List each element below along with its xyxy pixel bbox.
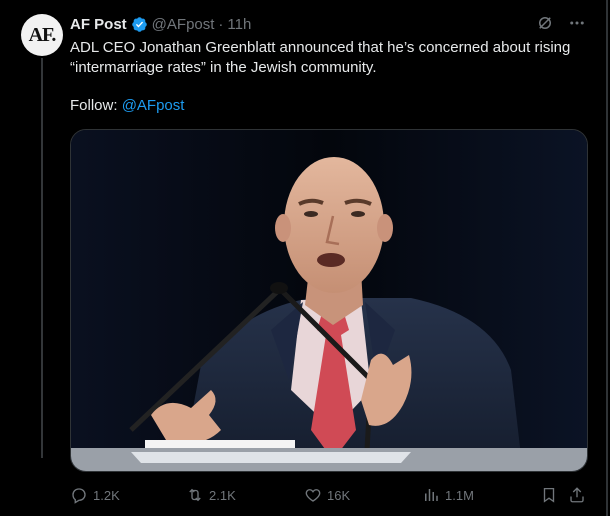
verified-badge-icon[interactable] [131,16,148,33]
bookmark-icon [540,486,558,504]
like-button[interactable]: 16K [304,484,350,506]
views-count: 1.1M [445,487,474,503]
post-header: AF Post @AFpost · 11h [70,14,251,34]
column-border [606,0,608,516]
author-handle[interactable]: @AFpost [152,16,215,33]
repost-button[interactable]: 2.1K [186,484,236,506]
like-count: 16K [327,487,351,503]
share-icon [568,486,586,504]
post-time[interactable]: 11h [227,16,251,33]
avatar[interactable]: AF. [21,14,63,56]
follow-mention-link[interactable]: @AFpost [122,97,185,114]
reply-icon [70,486,88,504]
follow-label: Follow: [70,97,118,114]
views-button[interactable]: 1.1M [422,484,474,506]
repost-icon [186,486,204,504]
post-photo[interactable] [70,129,588,472]
author-name[interactable]: AF Post [70,16,127,33]
grok-icon[interactable] [536,14,554,32]
avatar-logo-text: AF. [28,23,57,46]
like-icon [304,486,322,504]
repost-count: 2.1K [209,487,236,503]
reply-button[interactable]: 1.2K [70,484,120,506]
post-text: ADL CEO Jonathan Greenblatt announced th… [70,39,571,76]
reply-count: 1.2K [93,487,120,503]
separator-dot: · [218,15,224,33]
share-button[interactable] [568,484,586,506]
views-icon [422,486,440,504]
bookmark-button[interactable] [540,484,558,506]
thread-line [41,58,43,458]
post-actions: 1.2K 2.1K 16K 1.1M [70,484,590,506]
follow-line: Follow: @AFpost [70,96,184,116]
top-actions [536,14,586,32]
more-icon[interactable] [568,14,586,32]
